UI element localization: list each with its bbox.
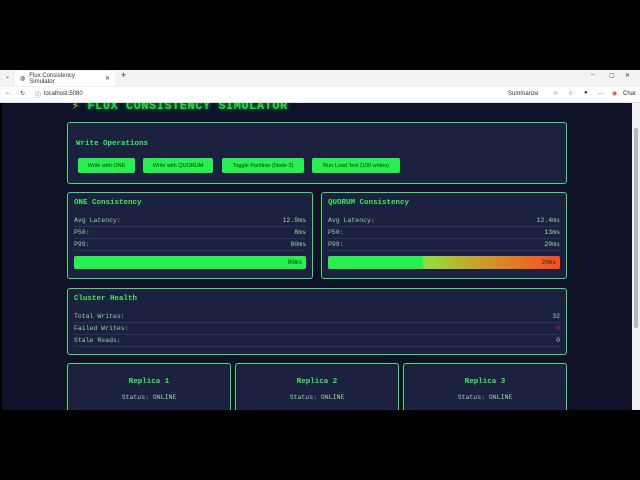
p50-row: P50: 13ms [328, 227, 560, 239]
replica-card: Replica 3 Status: ONLINE [403, 363, 567, 410]
p99-row: P99: 20ms [328, 239, 560, 251]
replica-status: Status: ONLINE [121, 394, 177, 401]
replica-name: Replica 2 [296, 378, 338, 386]
one-consistency-panel: ONE Consistency Avg Latency: 12.9ms P50: 8… [67, 192, 313, 279]
write-operations-panel: Write Operations Write with ONE Write wi… [67, 122, 567, 184]
minimize-icon[interactable]: – [591, 72, 594, 78]
replica-name: Replica 1 [128, 378, 170, 386]
write-one-button[interactable]: Write with ONE [78, 158, 135, 173]
profile-icon[interactable]: ● [584, 90, 588, 96]
toggle-partition-button[interactable]: Toggle Partition (Node 3) [222, 158, 304, 173]
copilot-icon[interactable]: ◉ [612, 90, 617, 97]
tab-title: Flux Consistency Simulator [29, 72, 75, 85]
new-tab-icon[interactable]: + [121, 70, 126, 80]
total-writes-row: Total Writes: 32 [74, 311, 560, 323]
page-content: ⚡ FLUX CONSISTENCY SIMULATOR Write Opera… [2, 103, 632, 410]
chat-button[interactable]: Chat [623, 91, 636, 97]
panel-heading: QUORUM Consistency [328, 199, 410, 207]
avg-latency-row: Avg Latency: 12.4ms [328, 215, 560, 227]
browser-tab[interactable]: ◍ Flux Consistency Simulator ✕ [15, 71, 115, 86]
url-input[interactable]: localhost:5080 [44, 91, 83, 97]
replica-card: Replica 2 Status: ONLINE [235, 363, 399, 410]
panel-heading: ONE Consistency [74, 199, 142, 207]
p99-row: P99: 80ms [74, 239, 306, 251]
favorite-icon[interactable]: ☆ [553, 90, 558, 97]
page-title: ⚡ FLUX CONSISTENCY SIMULATOR [72, 103, 288, 113]
summarize-button[interactable]: Summarize [508, 91, 538, 97]
reload-icon[interactable]: ↻ [20, 90, 25, 97]
panel-heading: Write Operations [76, 140, 149, 148]
quorum-latency-bar: 20ms [328, 256, 560, 269]
quorum-consistency-panel: QUORUM Consistency Avg Latency: 12.4ms P5… [321, 192, 567, 279]
run-load-test-button[interactable]: Run Load Test (100 writes) [312, 158, 400, 173]
maximize-icon[interactable]: ▢ [609, 72, 615, 79]
stale-reads-row: Stale Reads: 0 [74, 335, 560, 347]
info-icon: ⓘ [35, 93, 42, 99]
lightning-icon: ⚡ [72, 103, 80, 113]
replica-status: Status: ONLINE [289, 394, 345, 401]
tab-bar: ⌄ ◍ Flux Consistency Simulator ✕ + – ▢ ✕ [0, 70, 640, 86]
scrollbar[interactable] [632, 103, 640, 410]
close-window-icon[interactable]: ✕ [625, 72, 630, 79]
write-quorum-button[interactable]: Write with QUORUM [143, 158, 213, 173]
failed-writes-row: Failed Writes: 0 [74, 323, 560, 335]
browser-chrome: ⌄ ◍ Flux Consistency Simulator ✕ + – ▢ ✕… [0, 70, 640, 103]
replica-status: Status: ONLINE [457, 394, 513, 401]
p50-row: P50: 8ms [74, 227, 306, 239]
more-icon[interactable]: … [598, 90, 604, 96]
cluster-health-panel: Cluster Health Total Writes: 32 Failed Wr… [67, 288, 567, 355]
panel-heading: Cluster Health [74, 295, 138, 303]
close-tab-icon[interactable]: ✕ [105, 75, 110, 82]
avg-latency-row: Avg Latency: 12.9ms [74, 215, 306, 227]
scrollbar-thumb[interactable] [634, 128, 638, 328]
one-latency-bar: 80ms [74, 256, 306, 269]
favorites-icon[interactable]: ☆ [568, 90, 573, 97]
replica-name: Replica 3 [464, 378, 506, 386]
back-icon[interactable]: ← [5, 90, 11, 96]
replica-card: Replica 1 Status: ONLINE [67, 363, 231, 410]
globe-icon: ◍ [20, 76, 26, 82]
tab-list-chevron-icon[interactable]: ⌄ [5, 73, 10, 80]
address-bar: ← ↻ ⓘ localhost:5080 Summarize ☆ ☆ ● … ◉… [0, 87, 640, 103]
